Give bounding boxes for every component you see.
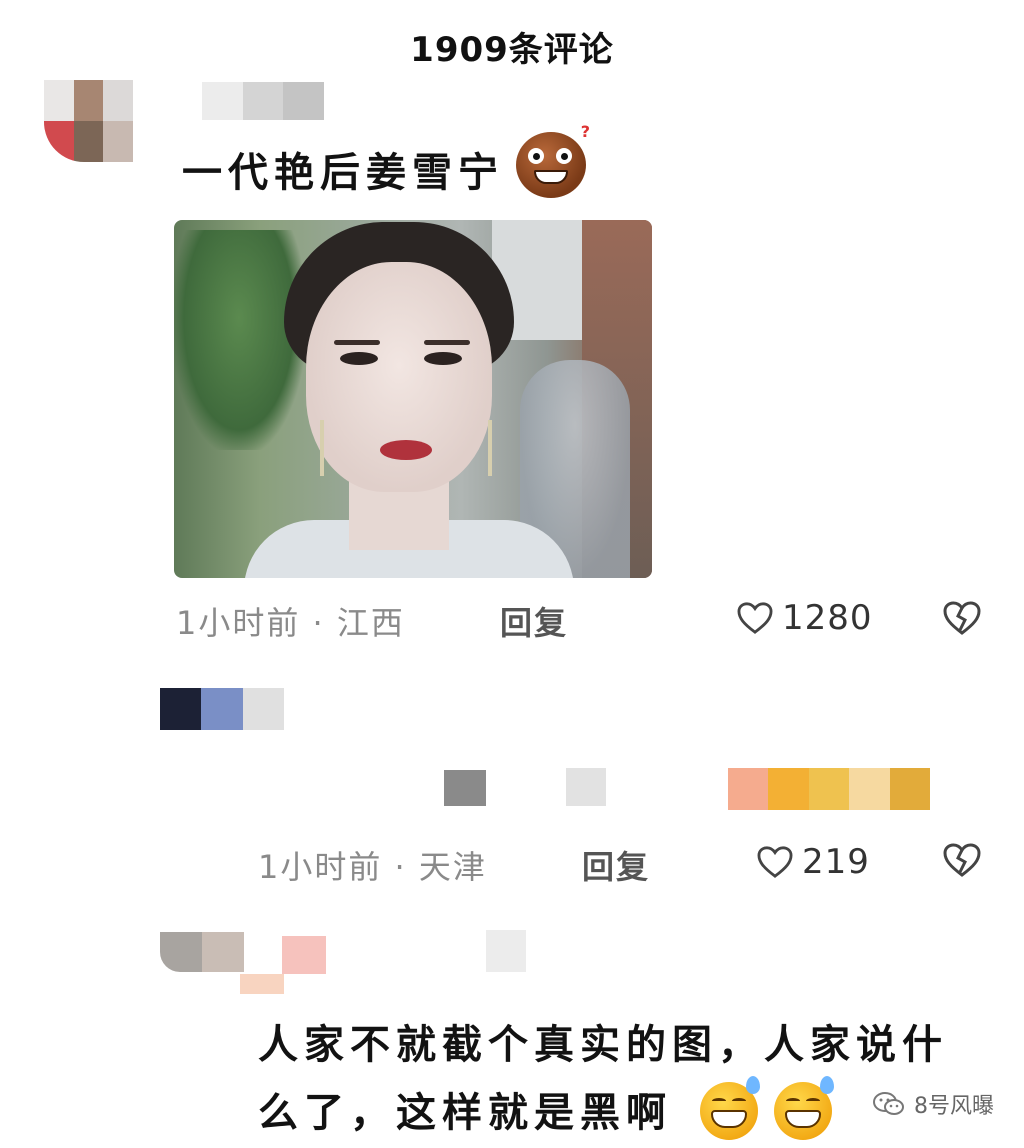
username-blurred[interactable] (202, 82, 324, 120)
heart-outline-icon (737, 602, 773, 634)
reply-button[interactable]: 回复 (500, 598, 568, 644)
grin-sweat-emoji-icon (774, 1076, 834, 1140)
username-blurred (566, 768, 606, 806)
comment-text-line: 人家不就截个真实的图，人家说什 (258, 1022, 948, 1068)
like-button[interactable]: 219 (756, 842, 870, 882)
meta-separator: · (300, 604, 337, 642)
comment-image[interactable] (174, 220, 652, 578)
comments-header-title: 1909条评论 (410, 30, 614, 70)
avatar[interactable] (160, 932, 244, 972)
emoji-row-blurred (728, 768, 930, 810)
comment-meta: 1小时前 · 江西 (176, 598, 405, 644)
comment-location: 天津 (418, 848, 487, 886)
comment-meta: 1小时前 · 天津 (258, 842, 487, 888)
grin-sweat-emoji-icon (700, 1076, 760, 1140)
watermark-text: 8号风曝 (914, 1094, 994, 1119)
username-blurred (486, 930, 526, 972)
broken-heart-icon[interactable] (942, 600, 982, 636)
comment-text: 一代艳后姜雪宁 (182, 150, 504, 196)
like-count: 1280 (782, 598, 873, 638)
avatar[interactable] (44, 80, 162, 162)
avatar[interactable] (160, 688, 284, 730)
username-blurred (444, 770, 486, 806)
comment-time: 1小时前 (258, 848, 383, 886)
heart-outline-icon (757, 846, 793, 878)
username-blurred (282, 936, 326, 974)
cookie-face-emoji-icon: ? (516, 122, 590, 198)
username-blurred (240, 974, 284, 994)
watermark: 8号风曝 (872, 1088, 994, 1120)
comment-location: 江西 (336, 604, 405, 642)
comment-text-line: 么了，这样就是黑啊 (258, 1090, 672, 1136)
comment-time: 1小时前 (176, 604, 301, 642)
reply-button[interactable]: 回复 (582, 842, 650, 888)
like-count: 219 (802, 842, 870, 882)
broken-heart-icon[interactable] (942, 842, 982, 878)
meta-separator: · (382, 848, 419, 886)
like-button[interactable]: 1280 (736, 598, 873, 638)
wechat-icon (873, 1092, 904, 1115)
